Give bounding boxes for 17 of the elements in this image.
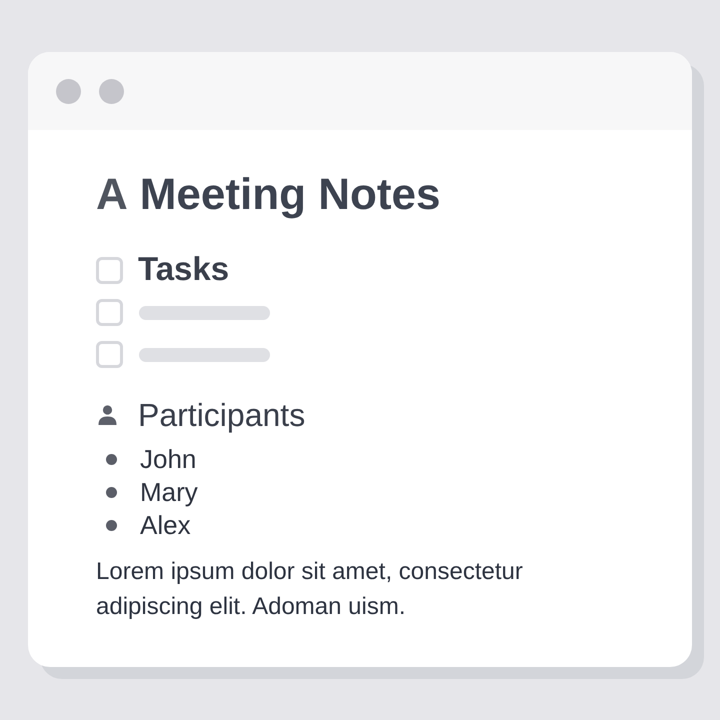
bullet-icon: [106, 487, 117, 498]
participant-name: Alex: [140, 510, 191, 541]
checkbox[interactable]: [96, 341, 123, 368]
window-dot-icon[interactable]: [56, 78, 81, 104]
window-dot-icon[interactable]: [99, 78, 124, 104]
participant-name: John: [140, 444, 196, 475]
person-icon: [98, 405, 117, 425]
tasks-heading: Tasks: [138, 248, 230, 288]
participants-heading: Participants: [138, 396, 306, 435]
participant-name: Mary: [140, 477, 198, 508]
document-title: Meeting Notes: [140, 170, 440, 220]
checkbox[interactable]: [96, 257, 123, 284]
checkbox[interactable]: [96, 299, 123, 326]
title-mark: A: [96, 170, 128, 220]
notes-paragraph: Lorem ipsum dolor sit amet, consectetur adipiscing elit. Adoman uism.: [96, 557, 524, 622]
bullet-icon: [106, 454, 117, 465]
bullet-icon: [106, 520, 117, 531]
